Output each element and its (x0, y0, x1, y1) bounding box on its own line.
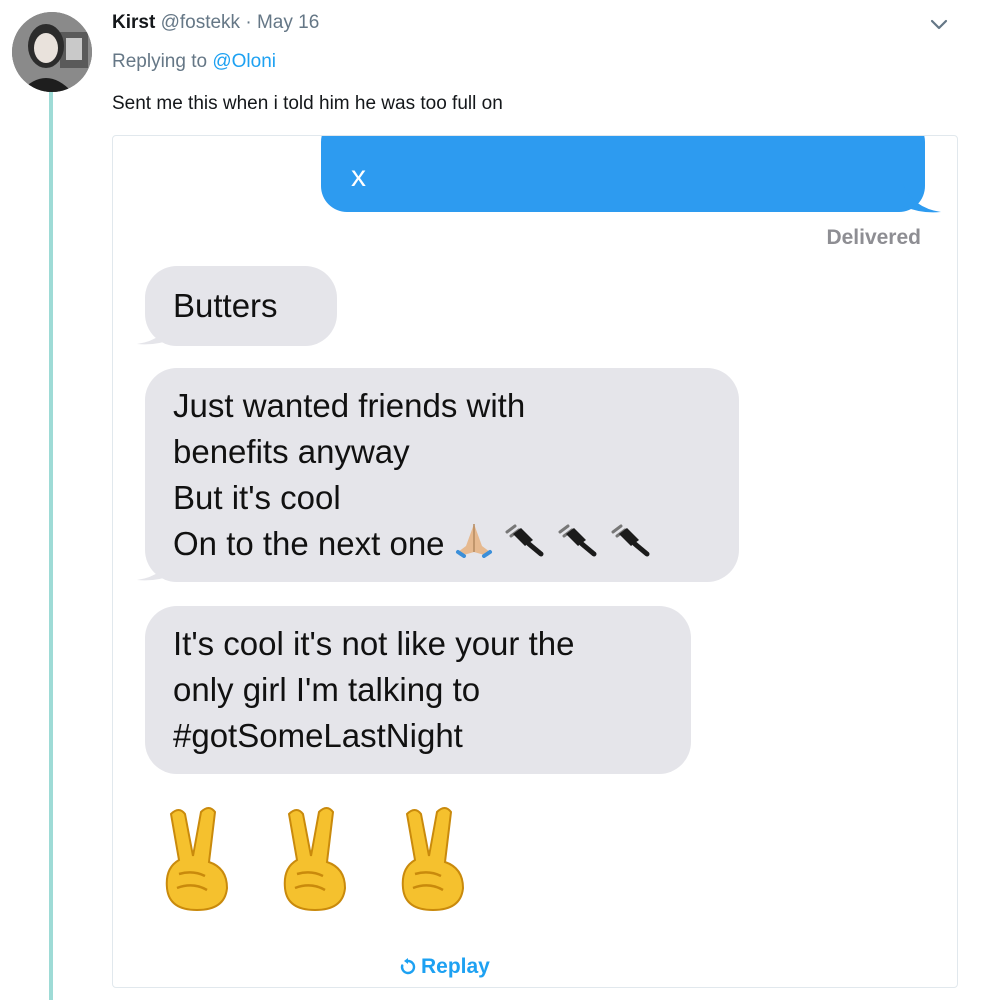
separator: · (245, 12, 252, 33)
replay-label[interactable]: Replay (421, 955, 490, 978)
message-line: On to the next one (173, 525, 445, 562)
message-line: benefits anyway (173, 433, 410, 470)
message-line: Butters (173, 287, 278, 324)
chevron-down-icon[interactable] (928, 14, 950, 36)
message-line: #gotSomeLastNight (173, 717, 463, 754)
tweet-text: Sent me this when i told him he was too … (112, 93, 503, 114)
received-message-bubble: Just wanted friends with benefits anyway… (145, 368, 739, 582)
electric-plug-emoji (556, 522, 600, 570)
delivered-status: Delivered (826, 226, 921, 249)
replay-icon (399, 957, 417, 983)
replying-to: Replying to @Oloni (112, 49, 276, 75)
sent-message-fragment: x (351, 160, 366, 193)
author-name[interactable]: Kirst (112, 12, 155, 33)
avatar[interactable] (12, 12, 92, 92)
tweet-date[interactable]: May 16 (257, 12, 319, 33)
electric-plug-emoji (609, 522, 653, 570)
author-handle[interactable]: @fostekk (161, 12, 240, 33)
sent-message-bubble (321, 136, 925, 212)
victory-hand-emoji (393, 804, 473, 914)
replying-prefix: Replying to (112, 51, 208, 72)
message-line: Just wanted friends with (173, 387, 526, 424)
replying-mention[interactable]: @Oloni (212, 51, 276, 72)
message-line-with-emoji: On to the next one (173, 521, 711, 570)
electric-plug-emoji (503, 522, 547, 570)
reply-thread-line (49, 92, 53, 1000)
sent-bubble-tail (903, 184, 941, 213)
victory-hand-emoji (157, 804, 237, 914)
message-line: But it's cool (173, 479, 341, 516)
victory-hand-emoji (275, 804, 355, 914)
received-message-bubble: Butters (145, 266, 337, 346)
emoji-message (157, 804, 557, 914)
message-line: only girl I'm talking to (173, 671, 481, 708)
tweet-header: Kirst @fostekk · May 16 (112, 10, 319, 36)
media-screenshot[interactable]: x Delivered Butters Just wanted friends … (112, 135, 958, 988)
received-message-bubble: It's cool it's not like your the only gi… (145, 606, 691, 774)
replay-button[interactable]: Replay (399, 954, 490, 983)
message-line: It's cool it's not like your the (173, 625, 575, 662)
folded-hands-emoji (454, 522, 494, 570)
